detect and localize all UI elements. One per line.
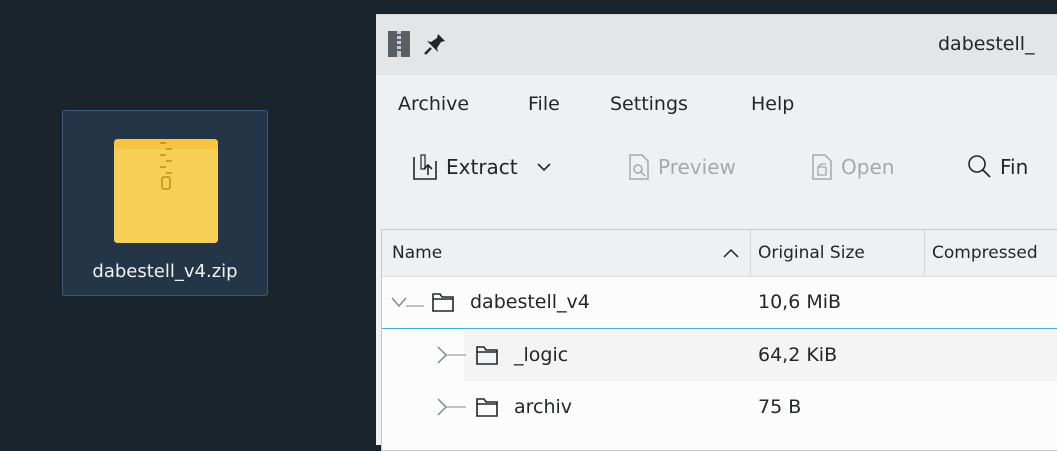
menu-bar: Archive File Settings Help xyxy=(376,77,1057,129)
chevron-right-icon[interactable] xyxy=(432,343,472,367)
column-name[interactable]: Name xyxy=(392,230,442,276)
menu-archive[interactable]: Archive xyxy=(398,93,469,115)
row-name: archiv xyxy=(514,396,573,418)
sort-ascending-icon[interactable] xyxy=(722,246,740,260)
find-label: Fin xyxy=(1000,155,1029,179)
search-icon xyxy=(968,155,991,178)
archive-window: dabestell_ Archive File Settings Help Ex… xyxy=(376,14,1057,451)
chevron-right-icon[interactable] xyxy=(432,395,472,419)
zip-archive-icon xyxy=(114,139,218,243)
extract-button[interactable]: Extract xyxy=(412,147,562,187)
chevron-down-icon[interactable] xyxy=(388,294,428,314)
open-button[interactable]: Open xyxy=(811,147,894,187)
find-button[interactable]: Fin xyxy=(966,147,1028,187)
row-name: _logic xyxy=(514,344,569,366)
window-title: dabestell_ xyxy=(938,33,1035,55)
column-compressed[interactable]: Compressed xyxy=(932,230,1038,276)
toolbar: Extract Preview Open Fin xyxy=(376,147,1057,197)
menu-help[interactable]: Help xyxy=(751,93,794,115)
column-original-size[interactable]: Original Size xyxy=(758,230,865,276)
row-size: 10,6 MiB xyxy=(758,291,842,313)
open-file-icon xyxy=(812,154,832,180)
archive-file-table: Name Original Size Compressed dabestell_… xyxy=(381,229,1057,451)
desktop-file-label: dabestell_v4.zip xyxy=(92,261,238,282)
table-header: Name Original Size Compressed xyxy=(382,230,1057,277)
open-label: Open xyxy=(841,155,895,179)
title-bar: dabestell_ xyxy=(376,15,1057,75)
folder-icon xyxy=(476,346,498,365)
table-row[interactable]: dabestell_v4 10,6 MiB xyxy=(382,276,1057,329)
preview-button[interactable]: Preview xyxy=(628,147,736,187)
pin-icon[interactable] xyxy=(422,31,448,57)
menu-file[interactable]: File xyxy=(528,93,560,115)
menu-settings[interactable]: Settings xyxy=(610,93,688,115)
preview-label: Preview xyxy=(658,155,736,179)
folder-icon xyxy=(432,293,454,312)
preview-icon xyxy=(629,154,649,180)
desktop-file-zip[interactable]: dabestell_v4.zip xyxy=(62,110,268,296)
extract-label: Extract xyxy=(446,155,518,179)
table-row[interactable]: archiv 75 B xyxy=(382,381,1057,433)
row-size: 75 B xyxy=(758,396,802,418)
row-size: 64,2 KiB xyxy=(758,344,838,366)
archive-app-icon xyxy=(388,31,410,57)
chevron-down-icon[interactable] xyxy=(534,160,554,174)
table-row[interactable]: _logic 64,2 KiB xyxy=(382,329,1057,381)
folder-icon xyxy=(476,398,498,417)
extract-icon xyxy=(413,154,437,180)
row-name: dabestell_v4 xyxy=(470,291,590,313)
